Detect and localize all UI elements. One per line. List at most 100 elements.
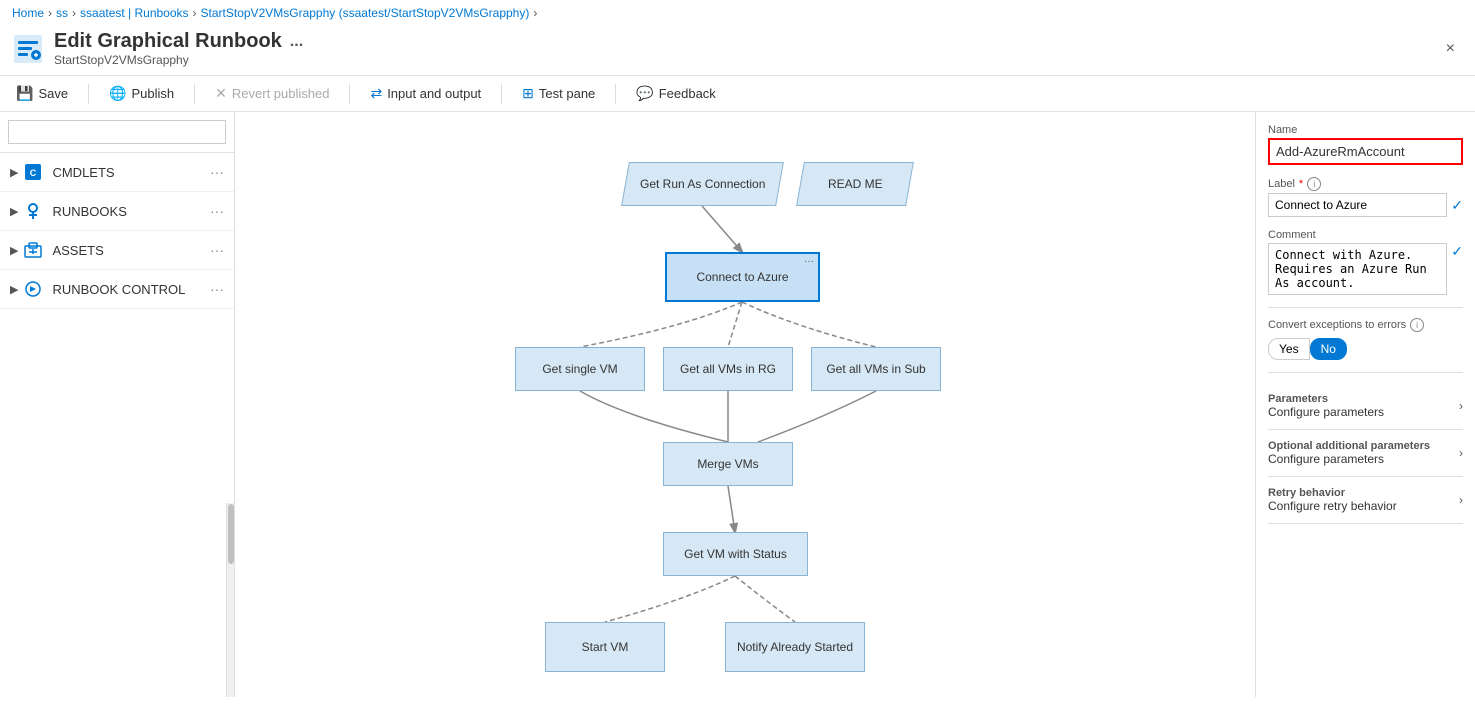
rp-convert-label: Convert exceptions to errors i xyxy=(1268,318,1463,332)
rp-divider-2 xyxy=(1268,372,1463,373)
breadcrumb: Home › ss › ssaatest | Runbooks › StartS… xyxy=(0,0,1475,26)
runbooks-more-btn[interactable]: ··· xyxy=(210,203,224,219)
flow-node-label-single-vm: Get single VM xyxy=(542,362,617,376)
sidebar-scrollbar-thumb[interactable] xyxy=(228,504,234,564)
header-more-btn[interactable]: ... xyxy=(290,33,303,51)
flow-node-label-get-run: Get Run As Connection xyxy=(640,177,765,191)
runbooks-chevron: ▶ xyxy=(10,205,18,218)
rp-optional-chevron: › xyxy=(1459,446,1463,460)
flow-node-merge-vms[interactable]: Merge VMs xyxy=(663,442,793,486)
toolbar-separator-1 xyxy=(88,84,89,104)
assets-icon xyxy=(22,239,44,261)
cmdlets-chevron: ▶ xyxy=(10,166,18,179)
sidebar-item-cmdlets[interactable]: ▶ C CMDLETS ··· xyxy=(0,153,234,192)
rp-parameters-row[interactable]: Parameters Configure parameters › xyxy=(1268,383,1463,430)
assets-more-btn[interactable]: ··· xyxy=(210,242,224,258)
rp-label-text: Label xyxy=(1268,178,1295,190)
rp-label-input-row: ✓ xyxy=(1268,193,1463,217)
test-pane-button[interactable]: ⊞ Test pane xyxy=(518,82,599,105)
control-more-btn[interactable]: ··· xyxy=(210,281,224,297)
flow-node-all-vms-sub[interactable]: Get all VMs in Sub xyxy=(811,347,941,391)
flow-node-label-merge-vms: Merge VMs xyxy=(697,457,758,471)
save-button[interactable]: 💾 Save xyxy=(12,82,72,105)
sidebar: ▶ C CMDLETS ··· ▶ RUNBOOKS ··· xyxy=(0,112,235,697)
flow-node-label-notify-started: Notify Already Started xyxy=(737,640,853,654)
breadcrumb-home[interactable]: Home xyxy=(12,6,44,20)
rp-toggle-group: Yes No xyxy=(1268,338,1463,360)
rp-retry-chevron: › xyxy=(1459,493,1463,507)
svg-text:C: C xyxy=(30,168,37,178)
page-title: Edit Graphical Runbook ... xyxy=(54,30,1438,53)
rp-optional-title: Optional additional parameters xyxy=(1268,440,1430,452)
revert-button[interactable]: ✕ Revert published xyxy=(211,82,333,105)
cmdlets-more-btn[interactable]: ··· xyxy=(210,164,224,180)
rp-optional-params-row[interactable]: Optional additional parameters Configure… xyxy=(1268,430,1463,477)
rp-comment-row: Connect with Azure. Requires an Azure Ru… xyxy=(1268,243,1463,295)
flow-node-readme[interactable]: READ ME xyxy=(796,162,914,206)
sidebar-item-assets[interactable]: ▶ ASSETS ··· xyxy=(0,231,234,270)
convert-info-icon: i xyxy=(1410,318,1424,332)
flow-node-connect-azure[interactable]: Connect to Azure··· xyxy=(665,252,820,302)
toolbar: 💾 Save 🌐 Publish ✕ Revert published ⇄ In… xyxy=(0,76,1475,112)
revert-icon: ✕ xyxy=(215,85,227,102)
flow-node-label-vm-status: Get VM with Status xyxy=(684,547,787,561)
feedback-button[interactable]: 💬 Feedback xyxy=(632,82,720,105)
rp-retry-value: Configure retry behavior xyxy=(1268,499,1397,513)
toolbar-separator-3 xyxy=(349,84,350,104)
rp-name-value: Add-AzureRmAccount xyxy=(1268,138,1463,165)
breadcrumb-runbooks[interactable]: ssaatest | Runbooks xyxy=(80,6,189,20)
publish-button[interactable]: 🌐 Publish xyxy=(105,82,178,105)
rp-required-indicator: * xyxy=(1299,178,1303,190)
sidebar-scrollbar-area xyxy=(0,503,234,697)
rp-comment-textarea[interactable]: Connect with Azure. Requires an Azure Ru… xyxy=(1268,243,1447,295)
rp-convert-text: Convert exceptions to errors xyxy=(1268,319,1406,331)
control-icon xyxy=(22,278,44,300)
label-info-icon: i xyxy=(1307,177,1321,191)
breadcrumb-runbook[interactable]: StartStopV2VMsGrapphy (ssaatest/StartSto… xyxy=(201,6,530,20)
input-output-label: Input and output xyxy=(387,86,481,101)
rp-optional-content: Optional additional parameters Configure… xyxy=(1268,440,1430,466)
flow-node-all-vms-rg[interactable]: Get all VMs in RG xyxy=(663,347,793,391)
flow-node-vm-status[interactable]: Get VM with Status xyxy=(663,532,808,576)
canvas[interactable]: Get Run As Connection READ ME Connect to A… xyxy=(235,112,1255,697)
sidebar-item-runbook-control[interactable]: ▶ RUNBOOK CONTROL ··· xyxy=(0,270,234,309)
flow-node-get-run[interactable]: Get Run As Connection xyxy=(621,162,784,206)
rp-retry-row[interactable]: Retry behavior Configure retry behavior … xyxy=(1268,477,1463,524)
input-output-button[interactable]: ⇄ Input and output xyxy=(366,82,485,105)
sidebar-item-runbooks[interactable]: ▶ RUNBOOKS ··· xyxy=(0,192,234,231)
save-label: Save xyxy=(38,86,68,101)
sidebar-scrollbar[interactable] xyxy=(226,503,234,697)
flow-node-start-vm[interactable]: Start VM xyxy=(545,622,665,672)
publish-label: Publish xyxy=(132,86,175,101)
input-output-icon: ⇄ xyxy=(370,85,382,102)
toggle-yes-button[interactable]: Yes xyxy=(1268,338,1310,360)
right-panel: Name Add-AzureRmAccount Label * i ✓ Comm… xyxy=(1255,112,1475,697)
rp-label-label: Label * i xyxy=(1268,177,1463,191)
test-pane-label: Test pane xyxy=(539,86,595,101)
flow-node-label-all-vms-sub: Get all VMs in Sub xyxy=(826,362,925,376)
toolbar-separator-2 xyxy=(194,84,195,104)
page-subtitle: StartStopV2VMsGrapphy xyxy=(54,53,1438,67)
flow-node-notify-started[interactable]: Notify Already Started xyxy=(725,622,865,672)
breadcrumb-ss[interactable]: ss xyxy=(56,6,68,20)
save-icon: 💾 xyxy=(16,85,33,102)
test-pane-icon: ⊞ xyxy=(522,85,534,102)
rp-label-input[interactable] xyxy=(1268,193,1447,217)
sidebar-search-input[interactable] xyxy=(8,120,226,144)
control-label: RUNBOOK CONTROL xyxy=(52,282,210,297)
runbooks-label: RUNBOOKS xyxy=(52,204,210,219)
rp-parameters-title: Parameters xyxy=(1268,393,1384,405)
flow-node-label-start-vm: Start VM xyxy=(582,640,629,654)
rp-divider-1 xyxy=(1268,307,1463,308)
close-button[interactable]: × xyxy=(1438,36,1463,62)
cmdlets-icon: C xyxy=(22,161,44,183)
page-header: Edit Graphical Runbook ... StartStopV2VM… xyxy=(0,26,1475,76)
flow-node-single-vm[interactable]: Get single VM xyxy=(515,347,645,391)
toggle-no-button[interactable]: No xyxy=(1310,338,1347,360)
runbook-icon xyxy=(12,33,44,65)
publish-icon: 🌐 xyxy=(109,85,126,102)
rp-retry-title: Retry behavior xyxy=(1268,487,1397,499)
assets-chevron: ▶ xyxy=(10,244,18,257)
sidebar-content-area xyxy=(0,503,226,697)
page-title-text: Edit Graphical Runbook xyxy=(54,30,282,53)
